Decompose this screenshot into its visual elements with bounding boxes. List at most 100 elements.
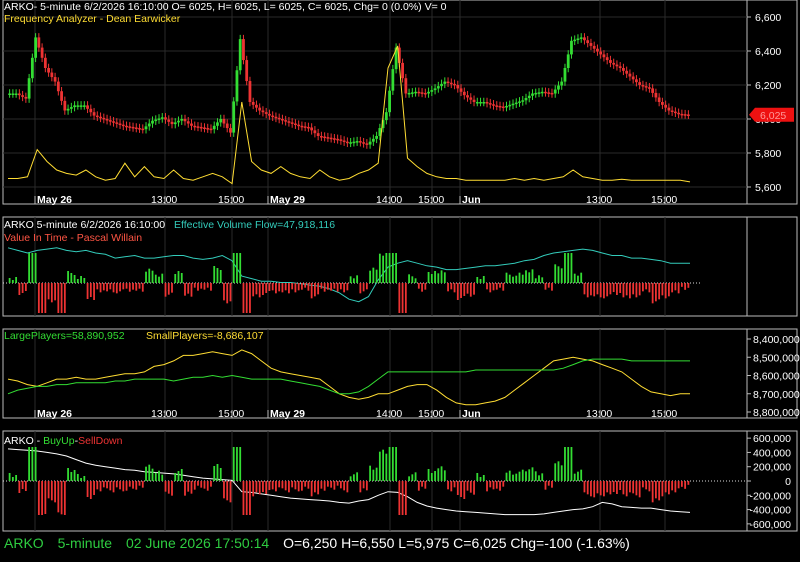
candle-body [648, 87, 651, 89]
candle-body [459, 88, 463, 92]
buysell-bar [564, 447, 566, 481]
candle-body [485, 102, 489, 104]
vit-bar [385, 253, 388, 283]
vit-bar [667, 283, 670, 297]
vit-bar [476, 277, 479, 283]
candle-body [177, 120, 180, 123]
vit-bar [551, 283, 553, 291]
x-tick-label: May 29 [270, 408, 305, 420]
buysell-bar [284, 481, 287, 491]
buysell-bar [499, 481, 501, 491]
buysell-bar [112, 481, 115, 493]
panel2-evf-label: Effective Volume Flow=47,918,116 [174, 219, 336, 231]
buysell-bar [93, 481, 95, 495]
buysell-bar [301, 481, 303, 491]
candle-body [66, 108, 70, 111]
panel1-header: ARKO- 5-minute 6/2/2026 16:10:00 O= 6025… [4, 1, 447, 13]
candle-body [303, 126, 307, 128]
vit-bar [190, 283, 193, 297]
buysell-bar [21, 481, 24, 489]
buysell-bar [551, 481, 553, 488]
buysell-bar [307, 481, 310, 489]
buysell-bar [369, 465, 372, 481]
vit-bar [265, 283, 268, 293]
candle-body [547, 92, 551, 94]
buysell-bar [525, 471, 527, 481]
vit-bar [11, 280, 14, 283]
candle-body [131, 126, 135, 129]
candle-body [53, 77, 57, 82]
buysell-bar [482, 475, 485, 481]
candle-body [563, 68, 567, 82]
buysell-bar [125, 481, 128, 491]
buysell-bar [229, 481, 232, 503]
vit-bar [499, 283, 501, 288]
candle-body [345, 141, 349, 144]
vit-bar [89, 283, 92, 297]
vit-bar [60, 283, 63, 313]
candle-body [686, 114, 690, 116]
vit-bar [349, 276, 352, 283]
vit-bar [573, 273, 576, 283]
y-tick-label: -400,000 [750, 505, 792, 517]
buysell-bar [687, 481, 690, 485]
buysell-bar [590, 481, 592, 497]
vit-bar [664, 283, 667, 299]
buysell-bar [609, 481, 612, 495]
buysell-bar [190, 481, 193, 494]
candle-body [407, 92, 411, 95]
candle-body [118, 123, 122, 126]
candle-body [37, 37, 41, 48]
vit-bar [317, 283, 320, 295]
buysell-bar [554, 463, 557, 481]
buysell-bar [469, 481, 472, 493]
buysell-bar [557, 461, 560, 481]
candle-body [365, 143, 369, 145]
vit-bar [482, 276, 485, 283]
y-tick-label: 8,700,000 [753, 389, 800, 401]
candle-body [609, 60, 612, 63]
buysell-bar [515, 473, 518, 481]
vit-bar [18, 283, 21, 295]
buysell-bar [161, 474, 164, 481]
buysell-bar [671, 481, 674, 491]
vit-bar [229, 283, 232, 302]
vit-bar [674, 283, 677, 291]
buysell-bar [521, 469, 524, 481]
buysell-bar [138, 481, 141, 486]
buysell-bar [236, 447, 238, 481]
vit-bar [528, 272, 531, 283]
buysell-bar [278, 481, 281, 488]
buysell-bar [145, 466, 147, 481]
candle-body [290, 122, 294, 124]
vit-bar [473, 283, 475, 295]
candle-body [505, 105, 508, 108]
buysell-bar [395, 447, 397, 481]
buysell-bar [210, 481, 212, 487]
buysell-bar [655, 481, 657, 499]
candle-body [297, 124, 301, 127]
vit-bar [271, 283, 274, 291]
candle-body [21, 95, 25, 97]
buysell-bar [570, 447, 573, 481]
y-tick-label: 8,500,000 [753, 352, 800, 364]
candle-body [638, 82, 642, 85]
vit-bar [625, 283, 628, 296]
vit-bar [47, 283, 50, 300]
vit-bar [684, 283, 687, 290]
buysell-bar [197, 481, 199, 486]
candle-body [349, 142, 353, 144]
candle-body [462, 91, 466, 96]
candle-body [319, 136, 323, 138]
candle-body [108, 120, 112, 122]
candle-body [336, 138, 340, 141]
candle-body [339, 139, 343, 141]
vit-bar [408, 274, 410, 283]
y-tick-label: 6,400 [755, 46, 781, 58]
vit-bar [63, 283, 66, 313]
vit-bar [680, 283, 683, 287]
candle-body [423, 92, 427, 95]
vit-bar [206, 283, 209, 288]
vit-bar [37, 283, 40, 313]
buysell-bar [54, 481, 56, 503]
